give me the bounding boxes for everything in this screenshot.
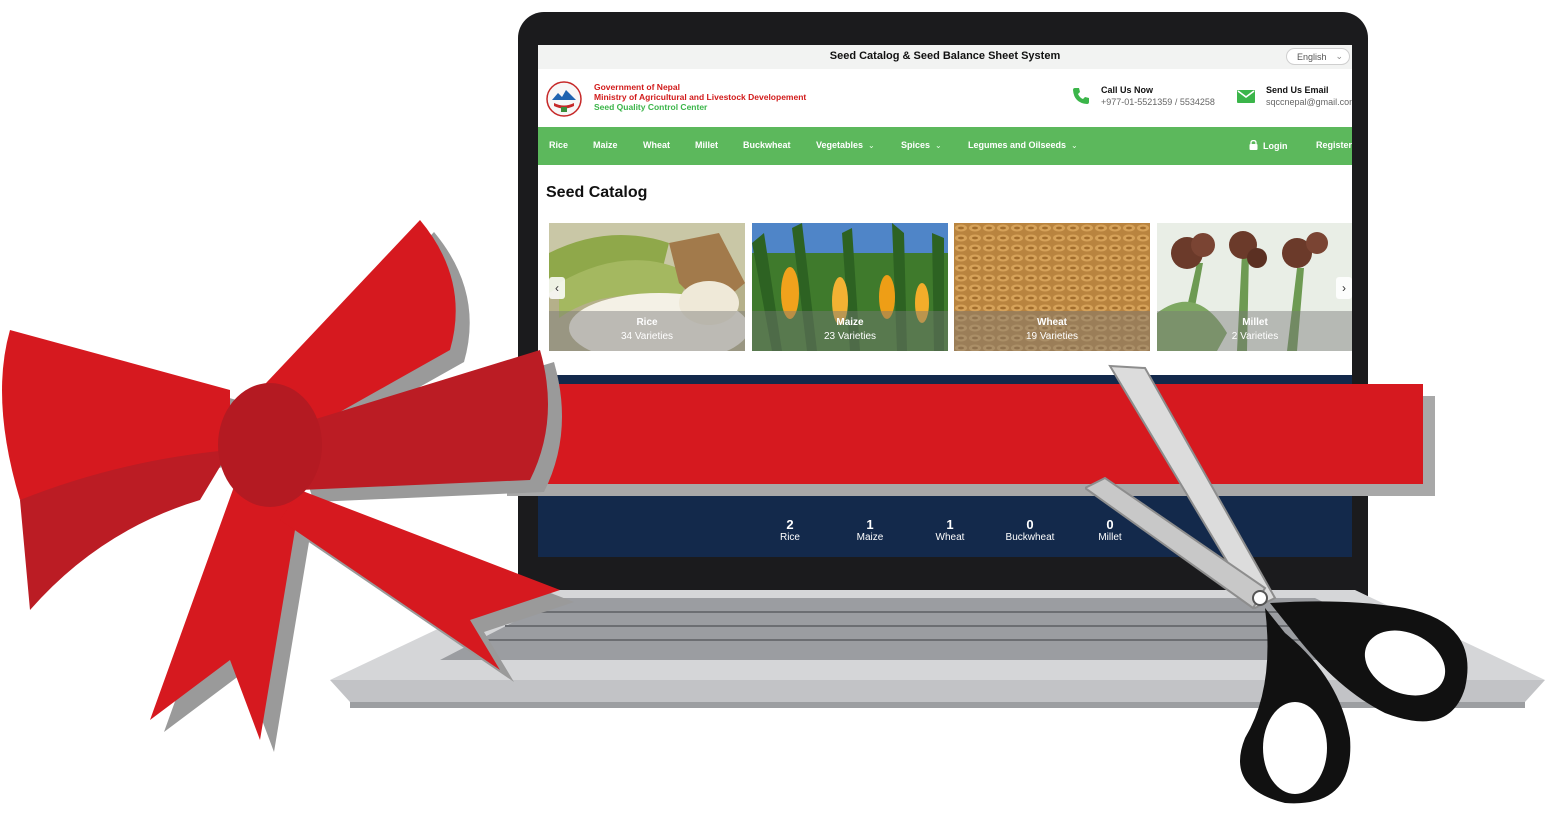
phone-icon [1073, 88, 1089, 104]
main-nav: Rice Maize Wheat Millet Buckwheat Vegeta… [538, 127, 1352, 165]
card-variety-count: 23 Varieties [823, 331, 877, 342]
card-caption: Millet 2 Varieties [1157, 311, 1352, 351]
site-header: Government of Nepal Ministry of Agricult… [538, 69, 1352, 127]
stat-value: 0 [1026, 517, 1034, 532]
email-address[interactable]: sqccnepal@gmail.com [1266, 96, 1352, 108]
stat-wheat: 1 Wheat [910, 517, 990, 543]
nav-item-millet[interactable]: Millet [695, 140, 718, 150]
catalog-card-wheat[interactable]: Wheat 19 Varieties [954, 223, 1150, 351]
red-bow-icon [2, 220, 574, 752]
stat-value: 2 [786, 517, 794, 532]
stat-value: 1 [946, 517, 954, 532]
chevron-down-icon: ⌄ [1335, 51, 1343, 61]
center-line: Seed Quality Control Center [594, 102, 708, 112]
envelope-icon [1237, 90, 1255, 103]
catalog-card-maize[interactable]: Maize 23 Varieties [752, 223, 948, 351]
nav-item-vegetables-label: Vegetables [816, 140, 864, 150]
government-line: Government of Nepal [594, 82, 680, 92]
lock-icon [1249, 139, 1258, 150]
top-bar: Seed Catalog & Seed Balance Sheet System… [538, 45, 1352, 70]
card-caption: Wheat 19 Varieties [954, 311, 1150, 351]
language-select[interactable]: English ⌄ [1286, 48, 1350, 65]
card-name: Wheat [1037, 317, 1067, 328]
stat-rice: 2 Rice [750, 517, 830, 543]
carousel-next-arrow-icon[interactable]: › [1336, 277, 1352, 299]
government-title-block: Government of Nepal Ministry of Agricult… [594, 82, 806, 112]
login-label: Login [1263, 141, 1288, 151]
stat-label: Wheat [935, 532, 965, 543]
stat-value: 1 [866, 517, 874, 532]
stat-buckwheat: 0 Buckwheat [990, 517, 1070, 543]
card-name: Millet [1242, 317, 1268, 328]
call-us-block: Call Us Now +977-01-5521359 / 5534258 [1073, 84, 1215, 108]
nav-item-vegetables[interactable]: Vegetables ⌄ [816, 140, 875, 150]
nav-item-spices[interactable]: Spices ⌄ [901, 140, 942, 150]
nav-item-legumes-oilseeds[interactable]: Legumes and Oilseeds ⌄ [968, 140, 1078, 150]
nav-item-spices-label: Spices [901, 140, 931, 150]
nav-item-legumes-label: Legumes and Oilseeds [968, 140, 1067, 150]
login-link[interactable]: Login [1249, 139, 1288, 151]
card-caption: Maize 23 Varieties [752, 311, 948, 351]
nav-item-buckwheat[interactable]: Buckwheat [743, 140, 791, 150]
call-us-title: Call Us Now [1101, 85, 1154, 95]
language-select-value: English [1297, 52, 1327, 62]
call-us-number[interactable]: +977-01-5521359 / 5534258 [1101, 96, 1215, 108]
chevron-down-icon: ⌄ [935, 141, 942, 150]
stat-maize: 1 Maize [830, 517, 910, 543]
scissors-icon [1085, 364, 1468, 804]
nepal-emblem-logo[interactable] [546, 81, 582, 117]
register-link[interactable]: Register [1316, 140, 1352, 150]
stat-label: Buckwheat [1005, 532, 1055, 543]
chevron-down-icon: ⌄ [1071, 141, 1078, 150]
card-name: Maize [836, 317, 864, 328]
email-us-title: Send Us Email [1266, 85, 1329, 95]
card-variety-count: 19 Varieties [1025, 331, 1079, 342]
card-variety-count: 2 Varieties [1231, 331, 1279, 342]
site-title: Seed Catalog & Seed Balance Sheet System [829, 50, 1061, 62]
chevron-down-icon: ⌄ [868, 141, 875, 150]
catalog-card-millet[interactable]: Millet 2 Varieties [1157, 223, 1352, 351]
ministry-line: Ministry of Agricultural and Livestock D… [594, 92, 807, 102]
stat-label: Rice [779, 532, 800, 543]
nav-item-maize[interactable]: Maize [593, 140, 618, 150]
stat-label: Maize [856, 532, 884, 543]
email-us-block: Send Us Email sqccnepal@gmail.com [1237, 84, 1352, 108]
nav-item-rice[interactable]: Rice [549, 140, 568, 150]
nav-item-wheat[interactable]: Wheat [643, 140, 670, 150]
